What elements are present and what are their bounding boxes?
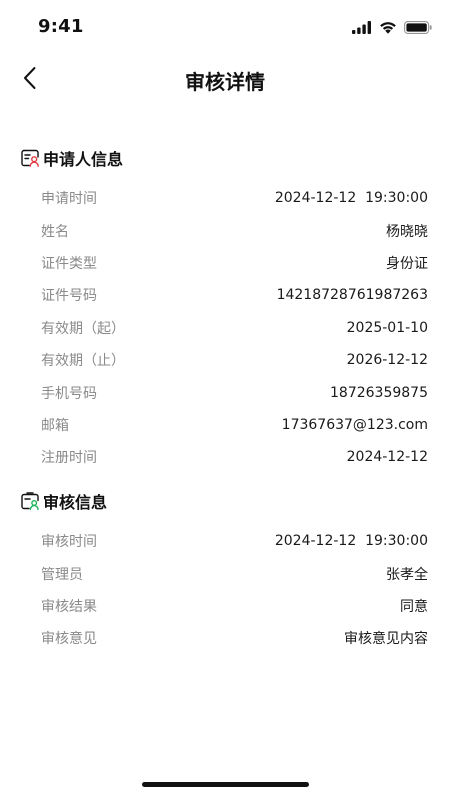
row-review-result: 审核结果 同意	[0, 590, 450, 622]
row-value: 身份证	[386, 255, 428, 272]
row-email: 邮箱 17367637@123.com	[0, 409, 450, 441]
row-valid-from: 有效期（起） 2025-01-10	[0, 312, 450, 344]
wifi-icon	[379, 19, 397, 38]
row-value: 同意	[400, 598, 428, 615]
row-value: 14218728761987263	[276, 287, 428, 304]
row-label: 证件类型	[41, 255, 97, 272]
home-indicator[interactable]	[142, 782, 309, 787]
review-section-header: 审核信息	[0, 489, 450, 513]
row-value: 17367637@123.com	[281, 416, 428, 433]
status-time: 9:41	[38, 16, 84, 37]
row-register-time: 注册时间 2024-12-12	[0, 441, 450, 473]
row-value: 2025-01-10	[346, 319, 428, 336]
row-value: 18726359875	[330, 384, 428, 401]
row-label: 姓名	[41, 223, 69, 240]
row-value: 杨晓晓	[386, 223, 428, 240]
row-label: 手机号码	[41, 385, 97, 402]
row-value: 2024-12-12 19:30:00	[274, 190, 428, 207]
row-value: 审核意见内容	[344, 631, 428, 648]
row-label: 审核意见	[41, 631, 97, 648]
row-phone: 手机号码 18726359875	[0, 376, 450, 408]
row-review-time: 审核时间 2024-12-12 19:30:00	[0, 525, 450, 557]
row-id-type: 证件类型 身份证	[0, 247, 450, 279]
row-value: 2024-12-12 19:30:00	[274, 533, 428, 550]
row-label: 审核结果	[41, 598, 97, 615]
applicant-rows: 申请时间 2024-12-12 19:30:00 姓名 杨晓晓 证件类型 身份证…	[0, 182, 450, 474]
row-label: 申请时间	[41, 191, 97, 208]
row-admin: 管理员 张孝全	[0, 557, 450, 589]
battery-icon	[404, 19, 432, 38]
applicant-section-title: 申请人信息	[43, 150, 124, 169]
row-value: 2026-12-12	[346, 352, 428, 369]
signal-icon	[352, 19, 372, 38]
nav-bar: 审核详情	[0, 56, 450, 104]
row-name: 姓名 杨晓晓	[0, 214, 450, 246]
row-label: 有效期（止）	[41, 353, 125, 370]
review-rows: 审核时间 2024-12-12 19:30:00 管理员 张孝全 审核结果 同意…	[0, 525, 450, 655]
applicant-section-header: 申请人信息	[0, 146, 450, 170]
row-review-comment: 审核意见 审核意见内容	[0, 622, 450, 654]
status-bar: 9:41	[0, 0, 450, 54]
row-valid-to: 有效期（止） 2026-12-12	[0, 344, 450, 376]
row-label: 审核时间	[41, 534, 97, 551]
row-label: 邮箱	[41, 417, 69, 434]
row-label: 有效期（起）	[41, 320, 125, 337]
page-title: 审核详情	[185, 70, 265, 94]
row-label: 证件号码	[41, 288, 97, 305]
applicant-section: 申请人信息 申请时间 2024-12-12 19:30:00 姓名 杨晓晓 证件…	[0, 146, 450, 474]
applicant-card-icon	[20, 148, 40, 168]
row-id-number: 证件号码 14218728761987263	[0, 279, 450, 311]
review-card-icon	[20, 491, 40, 511]
row-value: 张孝全	[386, 566, 428, 583]
row-label: 注册时间	[41, 450, 97, 467]
review-section-title: 审核信息	[43, 493, 108, 512]
row-apply-time: 申请时间 2024-12-12 19:30:00	[0, 182, 450, 214]
review-section: 审核信息 审核时间 2024-12-12 19:30:00 管理员 张孝全 审核…	[0, 489, 450, 655]
row-value: 2024-12-12	[346, 449, 428, 466]
status-icons	[352, 19, 432, 38]
row-label: 管理员	[41, 566, 83, 583]
